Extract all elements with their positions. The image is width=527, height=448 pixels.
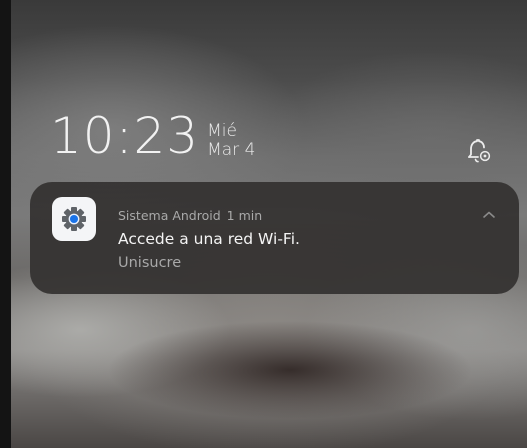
notification-timestamp: 1 min: [226, 208, 263, 223]
clock: 10:23 Mié Mar 4: [50, 106, 255, 166]
clock-weekday: Mié: [207, 121, 237, 141]
notification-body: Unisucre: [118, 255, 182, 271]
chevron-up-icon[interactable]: [480, 207, 498, 221]
settings-gear-icon: [52, 197, 96, 241]
clock-date: Mié Mar 4: [207, 122, 255, 160]
clock-day: Mar 4: [207, 140, 256, 160]
notification-app-name: Sistema Android: [118, 208, 221, 223]
screen-edge: [0, 0, 11, 448]
notification-card[interactable]: Sistema Android 1 min Accede a una red Wi…: [30, 182, 519, 294]
notification-settings-bell-icon[interactable]: [464, 138, 492, 164]
lock-screen: 10:23 Mié Mar 4 Sistema Android 1 min Ac…: [0, 0, 527, 448]
notification-header: Sistema Android 1 min: [118, 208, 262, 223]
notification-title: Accede a una red Wi-Fi.: [118, 230, 300, 248]
clock-time: 10:23: [50, 107, 200, 165]
